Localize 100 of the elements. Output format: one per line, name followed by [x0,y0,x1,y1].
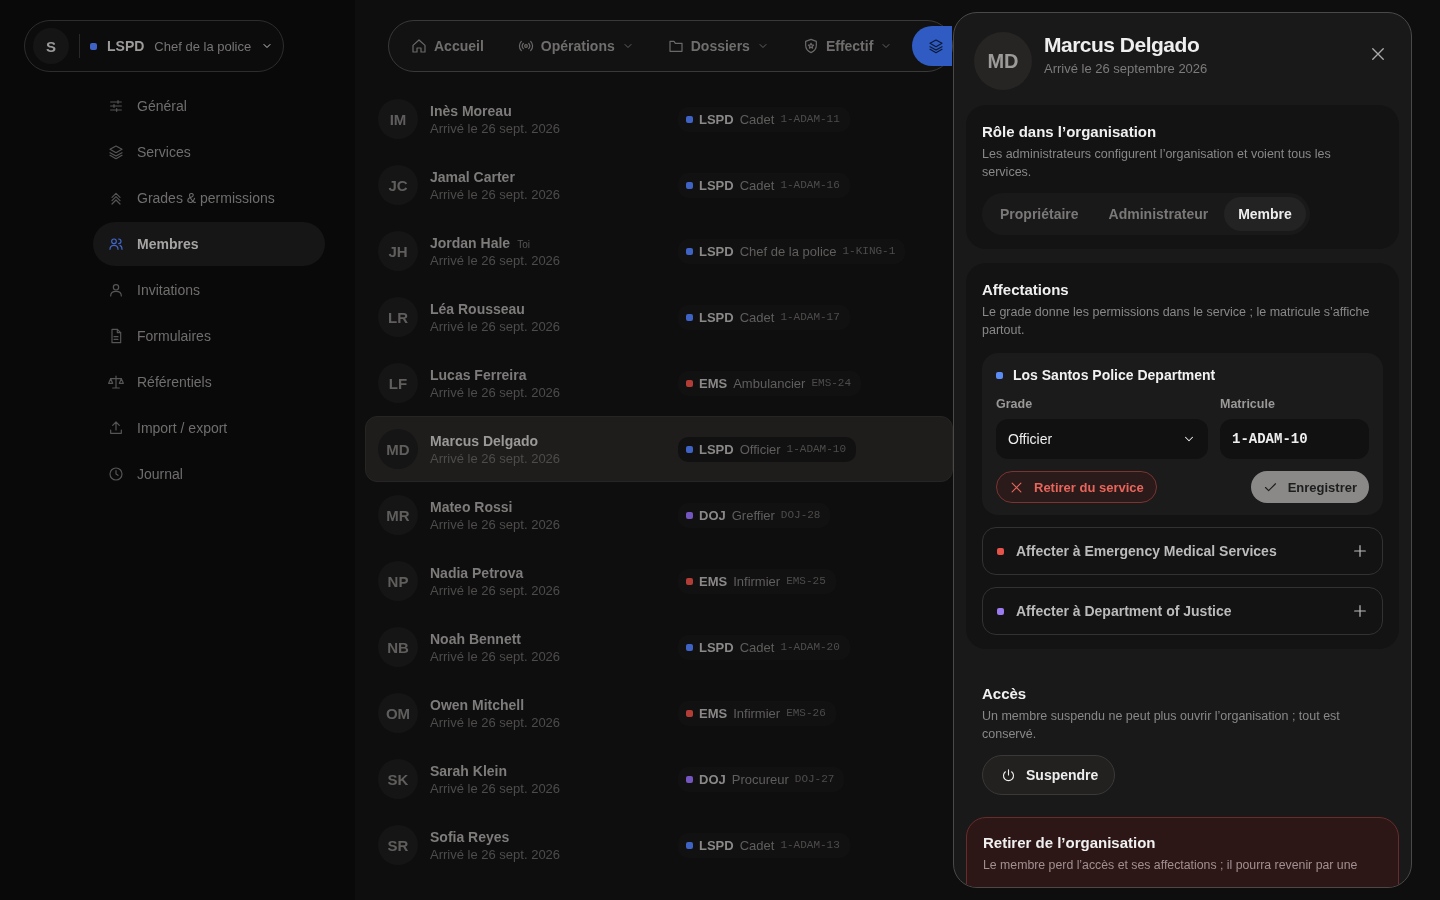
user-icon [108,282,124,298]
avatar: LR [378,297,418,337]
remove-button[interactable]: Retirer du service [996,471,1157,503]
section-title: Accès [982,685,1028,702]
org-avatar: S [33,28,69,64]
sidebar-item[interactable]: Grades & permissions [93,176,325,220]
join-date: Arrivé le 26 sept. 2026 [430,252,562,268]
badge-number: 1-ADAM-16 [780,179,840,191]
member-row[interactable]: LF Lucas Ferreira Arrivé le 26 sept. 2026 EMS Ambulancier EMS-24 [365,350,953,416]
grade-label: Cadet [739,837,775,853]
avatar: JH [378,231,418,271]
section-title: Retirer de l’organisation [983,834,1157,851]
nav-menu-item[interactable]: Opérations [517,38,634,54]
service-code: DOJ [699,507,726,523]
nav-menu-item[interactable]: Accueil [411,38,484,54]
layers-icon [928,38,945,54]
member-row[interactable]: LR Léa Rousseau Arrivé le 26 sept. 2026 LSPD Cadet 1-ADAM-17 [365,284,953,350]
users-icon [108,236,124,252]
badge-number-field[interactable]: 1-ADAM-10 [1220,419,1369,459]
grade-label: Infirmier [733,573,781,589]
sidebar-item[interactable]: Formulaires [93,314,325,358]
member-row[interactable]: OM Owen Mitchell Arrivé le 26 sept. 2026 EMS Infirmier EMS-26 [365,680,953,746]
clock-icon [108,466,124,482]
join-date: Arrivé le 26 sept. 2026 [430,582,562,598]
member-row[interactable]: IM Inès Moreau Arrivé le 26 sept. 2026 LSPD Cadet 1-ADAM-11 [365,86,953,152]
sidebar-item[interactable]: Référentiels [93,360,325,404]
grade-dropdown[interactable]: Officier [996,419,1208,459]
sidebar-item[interactable]: Services [93,130,325,174]
member-row[interactable]: NB Noah Bennett Arrivé le 26 sept. 2026 LSPD Cadet 1-ADAM-20 [365,614,953,680]
grade-label: Cadet [739,111,775,127]
join-date: Arrivé le 26 sept. 2026 [430,186,562,202]
avatar: MD [974,32,1032,90]
badge-number: 1-ADAM-11 [780,113,840,125]
member-name: Owen Mitchell [430,696,525,713]
close-icon [1369,45,1387,63]
member-name: Nadia Petrova [430,564,524,581]
power-icon [1001,767,1016,783]
nav-menu-item[interactable]: Dossiers [667,38,769,54]
assign-service-button[interactable]: Affecter à Department of Justice [982,587,1383,635]
member-name: Sarah Klein [430,762,508,779]
section-description: Les administrateurs configurent l’organisation et voient tous les services. [982,146,1332,181]
suspend-button[interactable]: Suspendre [982,755,1116,795]
grade-label: Ambulancier [733,375,806,391]
sidebar-item[interactable]: Import / export [93,406,325,450]
service-code: LSPD [699,441,734,457]
role-option[interactable]: Administrateur [1094,197,1223,231]
avatar: IM [378,99,418,139]
assign-service-button[interactable]: Affecter à Emergency Medical Services [982,527,1383,575]
upload-icon [108,420,124,436]
service-code: LSPD [699,177,734,193]
org-name: LSPD [107,38,145,54]
badge-number: 1-ADAM-17 [780,311,840,323]
grade-label: Procureur [731,771,789,787]
member-row[interactable]: JH Jordan Hale Toi Arrivé le 26 sept. 2026 LSPD Chef de la police 1-KING-1 [365,218,953,284]
member-name: Léa Rousseau [430,300,525,317]
member-name: Sofia Reyes [430,828,510,845]
service-code: LSPD [699,837,734,853]
grade-label: Cadet [739,639,775,655]
join-date: Arrivé le 26 septembre 2026 [1044,60,1209,76]
role-label: Chef de la police [154,38,252,54]
chevrons-up-icon [108,190,124,206]
grade-label: Cadet [739,309,775,325]
member-name: Mateo Rossi [430,498,513,515]
document-icon [108,328,124,344]
section-title: Rôle dans l’organisation [982,123,1158,140]
member-row[interactable]: JC Jamal Carter Arrivé le 26 sept. 2026 LSPD Cadet 1-ADAM-16 [365,152,953,218]
member-row[interactable]: NP Nadia Petrova Arrivé le 26 sept. 2026 EMS Infirmier EMS-25 [365,548,953,614]
section-description: Un membre suspendu ne peut plus ouvrir l’organisation ; tout est conservé. [982,708,1341,743]
close-button[interactable] [1369,45,1387,63]
service-name: Los Santos Police Department [1013,367,1216,383]
plus-icon [1352,543,1368,559]
service-code: LSPD [699,111,734,127]
grade-label: Officier [739,441,781,457]
member-name: Marcus Delgado [430,432,539,449]
member-row[interactable]: SR Sofia Reyes Arrivé le 26 sept. 2026 LSPD Cadet 1-ADAM-13 [365,812,953,878]
field-label: Matricule [1220,397,1276,411]
home-icon [411,38,427,54]
avatar: MR [378,495,418,535]
badge-number: EMS-25 [786,575,826,587]
role-option[interactable]: Propriétaire [986,197,1093,231]
section-description: Le grade donne les permissions dans le service ; le matricule s’affiche partout. [982,304,1371,339]
sidebar-item[interactable]: Journal [93,452,325,496]
member-row[interactable]: SK Sarah Klein Arrivé le 26 sept. 2026 DOJ Procureur DOJ-27 [365,746,953,812]
avatar: SK [378,759,418,799]
services-button[interactable] [912,26,952,66]
sidebar-item[interactable]: Invitations [93,268,325,312]
badge-number: EMS-24 [811,377,852,389]
service-code: EMS [699,573,728,589]
nav-menu-item[interactable]: Effectif [802,38,893,54]
join-date: Arrivé le 26 sept. 2026 [430,516,562,532]
badge-number: 1-ADAM-13 [780,839,840,851]
save-button[interactable]: Enregistrer [1250,471,1369,503]
join-date: Arrivé le 26 sept. 2026 [430,846,562,862]
sidebar-item[interactable]: Membres [93,222,325,266]
service-code: LSPD [699,639,734,655]
sidebar-item[interactable]: Général [93,84,325,128]
you-tag: Toi [517,238,530,250]
organization-switcher[interactable]: S LSPD Chef de la police [24,20,284,72]
layers-icon [108,144,124,160]
role-option[interactable]: Membre [1224,197,1306,231]
